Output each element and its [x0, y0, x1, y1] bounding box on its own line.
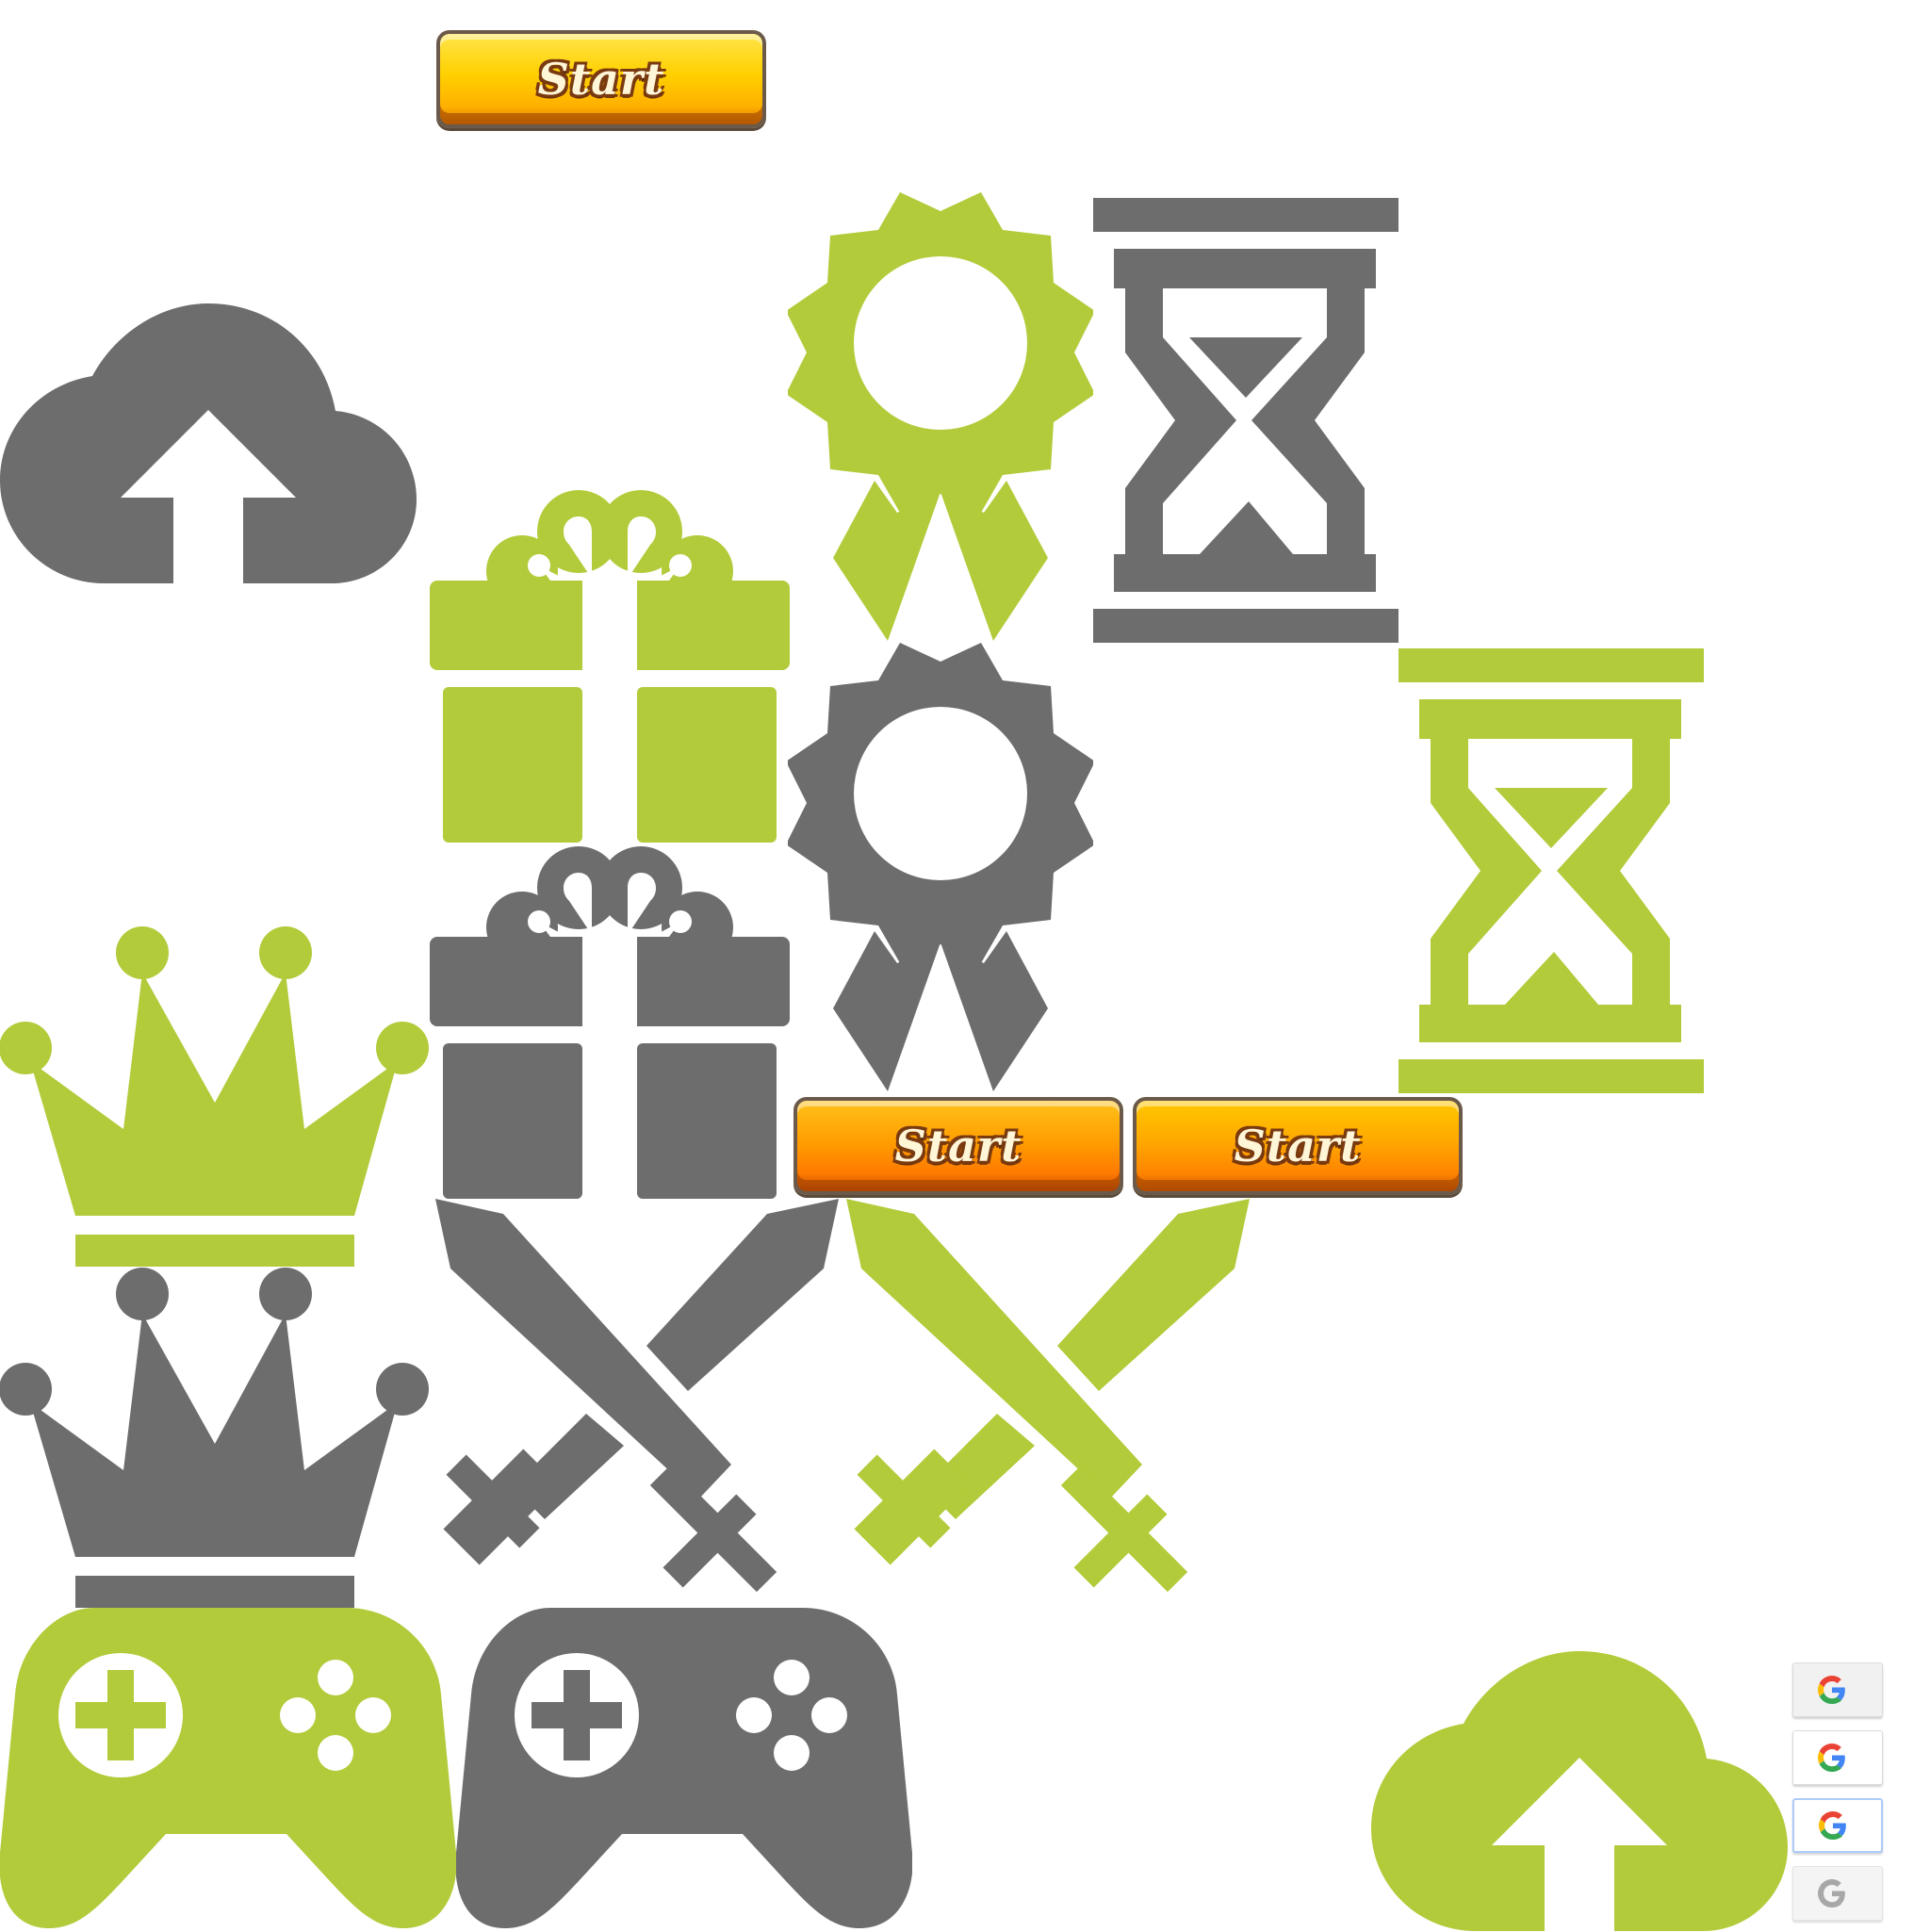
gift-icon	[430, 486, 790, 844]
crown-icon	[0, 924, 430, 1269]
award-badge-icon	[788, 192, 1093, 641]
award-badge-icon	[788, 643, 1093, 1091]
google-g-icon	[1818, 1744, 1845, 1772]
google-signin-button-pressed[interactable]	[1792, 1730, 1883, 1785]
hourglass-icon	[1093, 198, 1398, 643]
crown-icon	[0, 1265, 430, 1610]
cloud-upload-icon	[1371, 1651, 1790, 1932]
crossed-swords-icon	[842, 1199, 1253, 1606]
crossed-swords-icon	[432, 1199, 842, 1606]
google-signin-button-disabled	[1792, 1866, 1883, 1921]
hourglass-icon	[1398, 648, 1704, 1093]
google-g-icon	[1819, 1811, 1846, 1840]
start-button-label: Start	[537, 54, 665, 105]
gamepad-icon	[0, 1608, 456, 1930]
start-button-middle-left[interactable]: Start	[793, 1097, 1123, 1195]
google-g-icon	[1818, 1676, 1845, 1704]
google-signin-button-normal[interactable]	[1792, 1662, 1883, 1717]
start-button-label: Start	[894, 1121, 1022, 1171]
start-button-top[interactable]: Start	[436, 30, 766, 128]
gamepad-icon	[456, 1608, 912, 1930]
google-signin-button-focused[interactable]	[1792, 1798, 1883, 1853]
start-button-label: Start	[1234, 1121, 1362, 1171]
google-g-icon	[1818, 1879, 1845, 1907]
start-button-middle-right[interactable]: Start	[1133, 1097, 1463, 1195]
cloud-upload-icon	[0, 303, 418, 584]
gift-icon	[430, 843, 790, 1201]
